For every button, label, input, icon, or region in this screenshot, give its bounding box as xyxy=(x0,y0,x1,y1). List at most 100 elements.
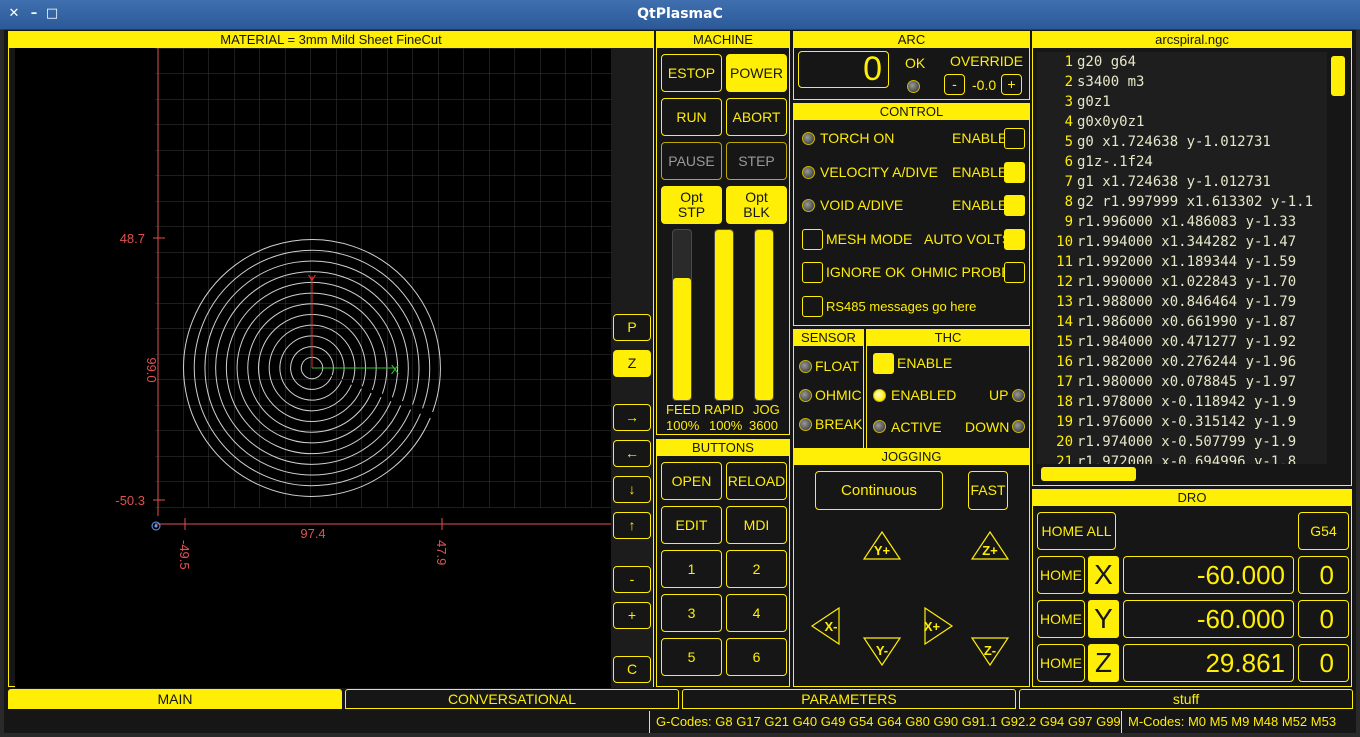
user-button-2[interactable]: 2 xyxy=(726,550,787,588)
gcode-line[interactable]: 14 r1.986000 x0.661990 y-1.87 xyxy=(1037,312,1327,332)
gcode-line[interactable]: 15 r1.984000 x0.471277 y-1.92 xyxy=(1037,332,1327,352)
gcode-editor[interactable]: 1 g20 g64 2 s3400 m3 3 g0z1 4 g0x0y0z1 5 g0 x1.72… xyxy=(1037,52,1327,464)
override-plus-button[interactable]: + xyxy=(1001,74,1022,95)
auto-volts-checkbox[interactable] xyxy=(1004,229,1025,250)
void-enable-checkbox[interactable] xyxy=(1004,195,1025,216)
gcode-line[interactable]: 16 r1.982000 x0.276244 y-1.96 xyxy=(1037,352,1327,372)
gcode-line[interactable]: 7 g1 x1.724638 y-1.012731 xyxy=(1037,172,1327,192)
window-titlebar: ✕ – □ QtPlasmaC xyxy=(0,0,1360,30)
gcode-line[interactable]: 2 s3400 m3 xyxy=(1037,72,1327,92)
dro-z-offset[interactable]: 0 xyxy=(1298,644,1349,682)
view-z-button[interactable]: Z xyxy=(613,350,651,377)
override-minus-button[interactable]: - xyxy=(944,74,965,95)
break-label: BREAK xyxy=(815,416,863,432)
gcode-line[interactable]: 6 g1z-.1f24 xyxy=(1037,152,1327,172)
gcode-line[interactable]: 9 r1.996000 x1.486083 y-1.33 xyxy=(1037,212,1327,232)
gcode-line-number: 10 xyxy=(1056,234,1073,250)
tab-parameters[interactable]: PARAMETERS xyxy=(682,689,1016,709)
gcode-line-text: g2 r1.997999 x1.613302 y-1.1 xyxy=(1077,194,1314,210)
pan-right-button[interactable]: → xyxy=(613,404,651,431)
gcode-line-number: 14 xyxy=(1056,314,1073,330)
abort-button[interactable]: ABORT xyxy=(726,98,787,136)
gcode-line[interactable]: 13 r1.988000 x0.846464 y-1.79 xyxy=(1037,292,1327,312)
gcode-line[interactable]: 17 r1.980000 x0.078845 y-1.97 xyxy=(1037,372,1327,392)
reload-button[interactable]: RELOAD xyxy=(726,462,787,500)
pan-down-button[interactable]: ↓ xyxy=(613,476,651,503)
gcode-panel: arcspiral.ngc 1 g20 g64 2 s3400 m3 3 g0z1 4 g0x… xyxy=(1032,31,1352,486)
gcode-line[interactable]: 3 g0z1 xyxy=(1037,92,1327,112)
tab-conversational[interactable]: CONVERSATIONAL xyxy=(345,689,679,709)
gcode-line[interactable]: 21 r1.972000 x-0.694996 y-1.8 xyxy=(1037,452,1327,464)
jogging-header: JOGGING xyxy=(794,449,1029,465)
edit-button[interactable]: EDIT xyxy=(661,506,722,544)
home-x-button[interactable]: HOME xyxy=(1037,556,1085,594)
gcode-vscrollbar[interactable] xyxy=(1329,52,1347,464)
rs485-checkbox[interactable] xyxy=(802,296,823,317)
mesh-mode-checkbox[interactable] xyxy=(802,229,823,250)
pan-left-button[interactable]: ← xyxy=(613,440,651,467)
home-y-button[interactable]: HOME xyxy=(1037,600,1085,638)
zoom-in-button[interactable]: + xyxy=(613,602,651,629)
ignore-ok-checkbox[interactable] xyxy=(802,262,823,283)
gcode-line[interactable]: 20 r1.974000 x-0.507799 y-1.9 xyxy=(1037,432,1327,452)
gcode-line-number: 13 xyxy=(1056,294,1073,310)
opt-block-button[interactable]: Opt BLK xyxy=(726,186,787,224)
material-header: MATERIAL = 3mm Mild Sheet FineCut xyxy=(9,32,653,48)
gcode-hscroll-thumb[interactable] xyxy=(1041,467,1136,481)
home-all-button[interactable]: HOME ALL xyxy=(1037,512,1116,550)
gcode-line[interactable]: 4 g0x0y0z1 xyxy=(1037,112,1327,132)
mdi-button[interactable]: MDI xyxy=(726,506,787,544)
gcode-hscrollbar[interactable] xyxy=(1037,465,1329,483)
feed-override-slider[interactable] xyxy=(672,229,692,401)
jog-slider-fill xyxy=(755,230,773,400)
gcode-line[interactable]: 19 r1.976000 x-0.315142 y-1.9 xyxy=(1037,412,1327,432)
view-p-button[interactable]: P xyxy=(613,314,651,341)
coord-system-button[interactable]: G54 xyxy=(1298,512,1349,550)
status-bar: G-Codes: G8 G17 G21 G40 G49 G54 G64 G80 … xyxy=(4,711,1356,733)
user-button-3[interactable]: 3 xyxy=(661,594,722,632)
power-button[interactable]: POWER xyxy=(726,54,787,92)
thc-enable-checkbox[interactable] xyxy=(873,353,894,374)
user-button-6[interactable]: 6 xyxy=(726,638,787,676)
gcode-line[interactable]: 5 g0 x1.724638 y-1.012731 xyxy=(1037,132,1327,152)
pan-up-button[interactable]: ↑ xyxy=(613,512,651,539)
clear-preview-button[interactable]: C xyxy=(613,656,651,683)
gcode-line-number: 2 xyxy=(1064,74,1073,90)
velocity-enable-checkbox[interactable] xyxy=(1004,162,1025,183)
run-button[interactable]: RUN xyxy=(661,98,722,136)
zoom-out-button[interactable]: - xyxy=(613,566,651,593)
jog-z-minus-label: Z- xyxy=(984,643,996,658)
gcode-line[interactable]: 11 r1.992000 x1.189344 y-1.59 xyxy=(1037,252,1327,272)
dro-x-offset[interactable]: 0 xyxy=(1298,556,1349,594)
gcode-line-number: 20 xyxy=(1056,434,1073,450)
open-button[interactable]: OPEN xyxy=(661,462,722,500)
pause-button[interactable]: PAUSE xyxy=(661,142,722,180)
tab-stuff[interactable]: stuff xyxy=(1019,689,1353,709)
home-z-button[interactable]: HOME xyxy=(1037,644,1085,682)
rapid-slider-fill xyxy=(715,230,733,400)
gcode-vscroll-thumb[interactable] xyxy=(1331,56,1345,96)
gcode-line[interactable]: 1 g20 g64 xyxy=(1037,52,1327,72)
user-button-4[interactable]: 4 xyxy=(726,594,787,632)
dro-y-offset[interactable]: 0 xyxy=(1298,600,1349,638)
gcode-line[interactable]: 18 r1.978000 x-0.118942 y-1.9 xyxy=(1037,392,1327,412)
control-header: CONTROL xyxy=(794,104,1029,120)
tab-main[interactable]: MAIN xyxy=(8,689,342,709)
override-value: -0.0 xyxy=(972,77,997,93)
ohmic-probe-checkbox[interactable] xyxy=(1004,262,1025,283)
torch-enable-checkbox[interactable] xyxy=(1004,128,1025,149)
user-button-1[interactable]: 1 xyxy=(661,550,722,588)
gcode-preview[interactable]: Y X 48.7 -50.3 99.0 97.4 -49.5 47.9 xyxy=(15,48,611,688)
rapid-override-slider[interactable] xyxy=(714,229,734,401)
dro-x-value: -60.000 xyxy=(1123,556,1294,594)
jog-speed-slider[interactable] xyxy=(754,229,774,401)
gcode-line-number: 5 xyxy=(1064,134,1073,150)
estop-button[interactable]: ESTOP xyxy=(661,54,722,92)
gcode-line[interactable]: 10 r1.994000 x1.344282 y-1.47 xyxy=(1037,232,1327,252)
user-button-5[interactable]: 5 xyxy=(661,638,722,676)
gcode-line[interactable]: 12 r1.990000 x1.022843 y-1.70 xyxy=(1037,272,1327,292)
opt-stop-button[interactable]: Opt STP xyxy=(661,186,722,224)
step-button[interactable]: STEP xyxy=(726,142,787,180)
dim-y-bot: -50.3 xyxy=(115,493,145,508)
gcode-line[interactable]: 8 g2 r1.997999 x1.613302 y-1.1 xyxy=(1037,192,1327,212)
